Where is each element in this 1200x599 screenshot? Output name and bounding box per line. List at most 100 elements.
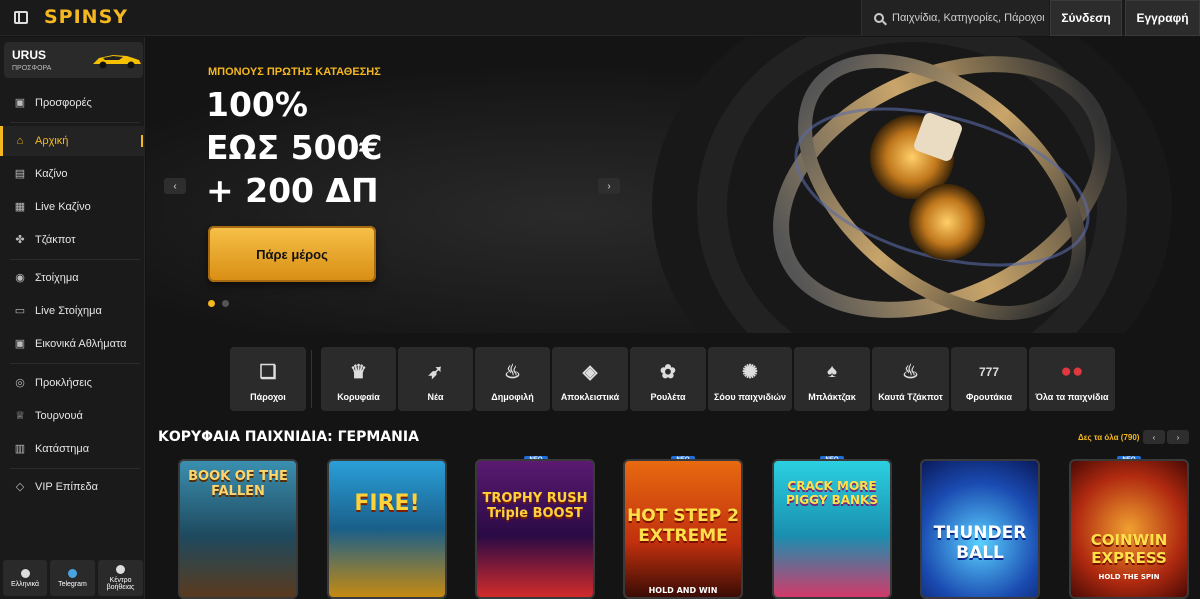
category-label: Ρουλέτα [650,392,686,402]
top-bar: SPINSY Παιχνίδια, Κατηγορίες, Πάροχοι Σύ… [0,0,1200,36]
category-blackjack[interactable]: ♠ Μπλάκτζακ [794,347,870,411]
home-icon: ⌂ [16,135,24,147]
sidebar-item-label: Κατάστημα [35,443,90,455]
game-tile[interactable]: FIRE! [327,459,447,599]
hero-eyebrow: ΜΠΟΝΟΥΣ ΠΡΩΤΗΣ ΚΑΤΑΘΕΣΗΣ [208,66,381,78]
cards-icon: ♠ [826,361,838,382]
game-title: BOOK OF THE FALLEN [188,469,288,499]
category-hot-jackpots[interactable]: ♨ Καυτά Τζάκποτ [872,347,949,411]
sidebar-item-label: Προκλήσεις [35,377,92,389]
logo[interactable]: SPINSY [44,6,128,28]
promo-card[interactable]: URUS ΠΡΟΣΦΟΡΑ [4,42,143,78]
live-betting-icon: ▭ [14,305,26,317]
games-next-button[interactable]: › [1167,430,1189,444]
category-game-shows[interactable]: ✺ Σόου παιχνιδιών [708,347,792,411]
sidebar-item-casino[interactable]: ▤ Καζίνο [0,159,145,189]
category-label: Πάροχοι [250,392,286,402]
register-button[interactable]: Εγγραφή [1125,0,1200,36]
flame-icon: ♨ [503,361,522,383]
carousel-dot[interactable] [222,300,229,307]
sidebar-item-label: Εικονικά Αθλήματα [35,338,127,350]
divider [311,350,312,408]
category-popular[interactable]: ♨ Δημοφιλή [475,347,550,411]
category-all-games[interactable]: ●● Όλα τα παιχνίδια [1029,347,1115,411]
see-all-link[interactable]: Δες τα όλα (790) [1078,433,1139,442]
login-button[interactable]: Σύνδεση [1050,0,1122,36]
sidebar-item-offers[interactable]: ▣ Προσφορές [0,88,145,118]
category-exclusive[interactable]: ◈ Αποκλειστικά [552,347,628,411]
hero-next-button[interactable]: › [598,178,620,194]
category-label: Νέα [427,392,444,402]
sidebar-item-live-casino[interactable]: ▦ Live Καζίνο [0,192,145,222]
virtual-sports-icon: ▣ [14,338,26,350]
sidebar-item-home[interactable]: ⌂ Αρχική [0,126,145,156]
category-top[interactable]: ♛ Κορυφαία [321,347,396,411]
category-slots[interactable]: 777 Φρουτάκια [951,347,1027,411]
game-tile[interactable]: CRACK MORE PIGGY BANKS [772,459,892,599]
sidebar-item-label: Live Καζίνο [35,201,91,213]
cherries-icon: ●● [1060,361,1084,382]
category-roulette[interactable]: ✿ Ρουλέτα [630,347,706,411]
game-tile[interactable]: COINWIN EXPRESS HOLD THE SPIN [1069,459,1189,599]
game-subtitle: HOLD AND WIN [648,586,718,595]
sidebar-item-betting[interactable]: ◉ Στοίχημα [0,263,145,293]
betting-icon: ◉ [15,272,25,284]
hero-headline-line2: ΕΩΣ 500€ [206,128,383,167]
carousel-dot-active[interactable] [208,300,215,307]
search-placeholder: Παιχνίδια, Κατηγορίες, Πάροχοι [892,12,1045,24]
search-icon [874,13,884,23]
car-image [93,55,141,69]
hero-prev-button[interactable]: ‹ [164,178,186,194]
game-title: THUNDER BALL [933,523,1027,563]
hot-pot-icon: ♨ [901,361,920,383]
gift-icon: ▣ [14,97,26,109]
game-title: CRACK MORE PIGGY BANKS [786,479,878,507]
sidebar-item-label: VIP Επίπεδα [35,481,98,493]
sidebar-item-label: Αρχική [35,135,69,147]
sidebar-toggle-icon[interactable] [14,11,28,24]
game-tile[interactable]: THUNDER BALL [920,459,1040,599]
sidebar-item-challenges[interactable]: ◎ Προκλήσεις [0,368,145,398]
gem-icon: ◈ [582,361,598,383]
sidebar-item-jackpot[interactable]: ✤ Τζάκποτ [0,225,145,255]
language-button[interactable]: Ελληνικά [3,560,47,596]
telegram-icon [68,568,77,578]
hero-banner: ΜΠΟΝΟΥΣ ΠΡΩΤΗΣ ΚΑΤΑΘΕΣΗΣ 100% ΕΩΣ 500€ +… [146,37,1200,333]
game-tile[interactable]: HOT STEP 2 EXTREME HOLD AND WIN [623,459,743,599]
hero-headline-line3: + 200 ΔΠ [206,171,379,210]
category-label: Σόου παιχνιδιών [713,392,787,402]
sidebar-item-label: Τζάκποτ [35,234,76,246]
category-providers[interactable]: ❑ Πάροχοι [230,347,306,411]
category-label: Μπλάκτζακ [808,392,856,402]
crown-icon: ♛ [349,361,368,383]
game-title: COINWIN EXPRESS [1090,531,1168,567]
promo-subtitle: ΠΡΟΣΦΟΡΑ [12,65,52,72]
telegram-button[interactable]: Telegram [50,560,95,596]
gold-rings-artwork [652,37,1172,333]
slot-icon: ▤ [14,168,26,180]
sidebar-item-shop[interactable]: ▥ Κατάστημα [0,434,145,464]
sidebar-item-tournaments[interactable]: ♕ Τουρνουά [0,401,145,431]
promo-title: URUS [12,48,47,62]
help-center-button[interactable]: Κέντρο βοήθειας [98,560,143,596]
sidebar-item-label: Live Στοίχημα [35,305,102,317]
sidebar: URUS ΠΡΟΣΦΟΡΑ ▣ Προσφορές ⌂ Αρχική ▤ Καζ… [0,37,145,599]
game-tile[interactable]: BOOK OF THE FALLEN [178,459,298,599]
category-label: Φρουτάκια [965,392,1013,402]
join-button[interactable]: Πάρε μέρος [208,226,376,282]
shop-icon: ▥ [14,443,26,455]
search-input[interactable]: Παιχνίδια, Κατηγορίες, Πάροχοι [861,0,1049,36]
sidebar-item-vip[interactable]: ◇ VIP Επίπεδα [0,472,145,502]
slots-777-icon: 777 [978,365,1000,379]
games-prev-button[interactable]: ‹ [1143,430,1165,444]
category-label: Αποκλειστικά [560,392,620,402]
category-label: Κορυφαία [337,392,380,402]
sidebar-item-live-betting[interactable]: ▭ Live Στοίχημα [0,296,145,326]
help-label: Κέντρο βοήθειας [106,577,135,591]
divider [10,468,140,469]
divider [10,259,140,260]
category-new[interactable]: ➶ Νέα [398,347,473,411]
sidebar-item-virtual-sports[interactable]: ▣ Εικονικά Αθλήματα [0,329,145,359]
sidebar-item-label: Προσφορές [35,97,92,109]
game-tile[interactable]: TROPHY RUSH Triple BOOST [475,459,595,599]
